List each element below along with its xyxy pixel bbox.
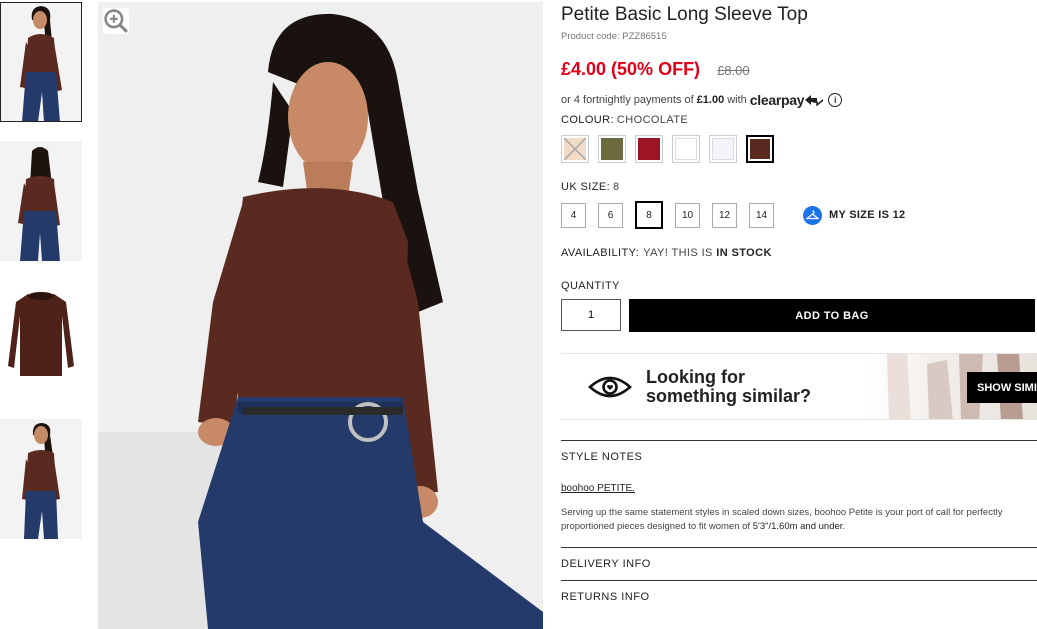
size-option-4[interactable]: 4: [561, 202, 586, 228]
product-code: Product code: PZZ86515: [561, 31, 667, 42]
thumbnail-back[interactable]: [0, 141, 82, 261]
swatch-color: [601, 138, 623, 160]
colour-swatch-khaki[interactable]: [598, 135, 626, 163]
style-notes-section: STYLE NOTES boohoo PETITE. Serving up th…: [561, 440, 1037, 534]
delivery-info-section[interactable]: DELIVERY INFO: [561, 547, 1037, 580]
style-notes-height: 5'3"/1.60m and under: [752, 521, 843, 532]
colour-swatch-chocolate[interactable]: [746, 135, 774, 163]
model-front-thumbnail: [0, 2, 82, 122]
price-row: £4.00 (50% OFF) £8.00: [561, 59, 1037, 80]
my-size-text: MY SIZE IS 12: [829, 209, 906, 221]
thumbnail-side[interactable]: [0, 419, 82, 539]
size-buttons: 4 6 8 10 12 14: [561, 201, 786, 229]
thumbnail-list: [0, 2, 82, 558]
returns-info-title: RETURNS INFO: [561, 591, 650, 603]
colour-value: CHOCOLATE: [616, 114, 689, 126]
zoom-icon: [104, 9, 128, 33]
style-notes-end: .: [842, 521, 846, 532]
availability-status: IN STOCK: [716, 247, 772, 259]
main-product-image[interactable]: [98, 2, 543, 629]
colour-swatch-lilac-white[interactable]: [709, 135, 737, 163]
size-option-10[interactable]: 10: [675, 202, 700, 228]
similar-banner[interactable]: Looking for something similar? SHOW SIMI: [561, 353, 1037, 420]
returns-info-section[interactable]: RETURNS INFO: [561, 580, 1037, 613]
model-side-thumbnail: [0, 419, 82, 539]
size-option-14[interactable]: 14: [749, 202, 774, 228]
colour-swatches: [561, 135, 1037, 163]
colour-label: COLOUR: CHOCOLATE: [561, 114, 1037, 126]
clearpay-logo: clearpay: [749, 92, 805, 108]
similar-text: Looking for something similar?: [646, 366, 812, 406]
zoom-button[interactable]: [103, 8, 129, 34]
quantity-label: QUANTITY: [561, 280, 620, 292]
garment-flat-thumbnail: [0, 280, 82, 400]
swatch-color: [750, 139, 770, 159]
sale-price: £4.00 (50% OFF): [561, 59, 701, 79]
colour-swatch-nude[interactable]: [561, 135, 589, 163]
thumbnail-flat[interactable]: [0, 280, 82, 400]
similar-line-2: something similar?: [646, 385, 812, 406]
size-option-8[interactable]: 8: [635, 201, 663, 229]
colour-swatch-white[interactable]: [672, 135, 700, 163]
size-options: 4 6 8 10 12 14 MY SIZE IS 12: [561, 201, 1037, 229]
size-label: UK SIZE: 8: [561, 181, 1037, 193]
model-main-photo: [98, 2, 543, 629]
clearpay-with: with: [727, 94, 747, 106]
clearpay-arrows-icon: [805, 95, 824, 106]
original-price: £8.00: [717, 63, 750, 78]
swatch-color: [675, 138, 697, 160]
model-back-thumbnail: [0, 141, 82, 261]
swatch-color: [564, 138, 586, 160]
eye-icon: [588, 376, 632, 397]
swatch-color: [638, 138, 660, 160]
availability: AVAILABILITY: YAY! THIS IS IN STOCK: [561, 247, 1037, 259]
colour-label-text: COLOUR:: [561, 114, 614, 126]
my-size-link[interactable]: MY SIZE IS 12: [803, 205, 906, 225]
similar-line-1: Looking for: [646, 366, 745, 387]
quantity-input[interactable]: [561, 299, 621, 331]
size-option-6[interactable]: 6: [598, 202, 623, 228]
delivery-info-title: DELIVERY INFO: [561, 558, 651, 570]
show-similar-button[interactable]: SHOW SIMI: [967, 372, 1037, 403]
product-info: Petite Basic Long Sleeve Top Product cod…: [561, 0, 1037, 613]
brand-link[interactable]: boohoo PETITE.: [561, 483, 1037, 494]
size-value: 8: [613, 181, 620, 193]
style-notes-text: Serving up the same statement styles in …: [561, 506, 1037, 534]
availability-label: AVAILABILITY:: [561, 247, 640, 259]
swatch-color: [712, 138, 734, 160]
quantity-row: ADD TO BAG: [561, 299, 1037, 332]
thumbnail-front[interactable]: [0, 2, 82, 122]
info-icon[interactable]: i: [828, 93, 843, 107]
add-to-bag-button[interactable]: ADD TO BAG: [629, 299, 1035, 332]
clearpay-prefix: or 4 fortnightly payments of: [561, 94, 694, 106]
size-option-12[interactable]: 12: [712, 202, 737, 228]
style-notes-title[interactable]: STYLE NOTES: [561, 441, 1037, 473]
hanger-icon: [803, 205, 822, 225]
availability-text: YAY! THIS IS: [643, 247, 713, 259]
product-title: Petite Basic Long Sleeve Top: [561, 4, 808, 25]
clearpay-message: or 4 fortnightly payments of £1.00 with …: [561, 92, 1037, 108]
colour-swatch-red[interactable]: [635, 135, 663, 163]
size-label-text: UK SIZE:: [561, 181, 611, 193]
clearpay-amount: £1.00: [696, 94, 725, 106]
